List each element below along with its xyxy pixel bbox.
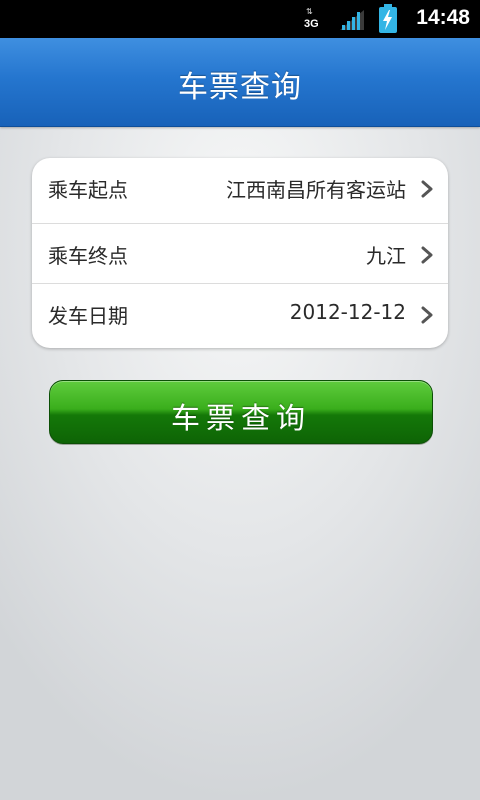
signal-icon [340, 10, 364, 30]
chevron-right-icon [421, 180, 433, 198]
chevron-right-icon [421, 246, 433, 264]
battery-charging-icon [379, 4, 397, 33]
departure-date-label: 发车日期 [48, 304, 128, 328]
start-station-row[interactable]: 乘车起点 江西南昌所有客运站 [32, 158, 448, 218]
start-station-label: 乘车起点 [48, 178, 128, 202]
data-arrows-icon: ⇅ 3G [304, 7, 319, 31]
departure-date-row[interactable]: 发车日期 2012-12-12 [32, 283, 448, 344]
end-station-row[interactable]: 乘车终点 九江 [32, 223, 448, 284]
chevron-right-icon [421, 306, 433, 324]
departure-date-value: 2012-12-12 [289, 300, 406, 324]
start-station-value: 江西南昌所有客运站 [226, 178, 406, 202]
query-button-label: 车票查询 [170, 401, 311, 435]
status-time: 14:48 [416, 6, 470, 29]
page-title: 车票查询 [178, 70, 302, 105]
end-station-value: 九江 [366, 244, 406, 268]
end-station-label: 乘车终点 [48, 244, 128, 268]
status-bar: ⇅ 3G 14:48 [0, 0, 480, 38]
title-bar: 车票查询 [0, 38, 480, 127]
network-type-label: 3G [304, 18, 319, 30]
query-form-card: 乘车起点 江西南昌所有客运站 乘车终点 九江 发车日期 2012-12-12 [32, 158, 448, 348]
query-tickets-button[interactable]: 车票查询 [49, 380, 433, 444]
